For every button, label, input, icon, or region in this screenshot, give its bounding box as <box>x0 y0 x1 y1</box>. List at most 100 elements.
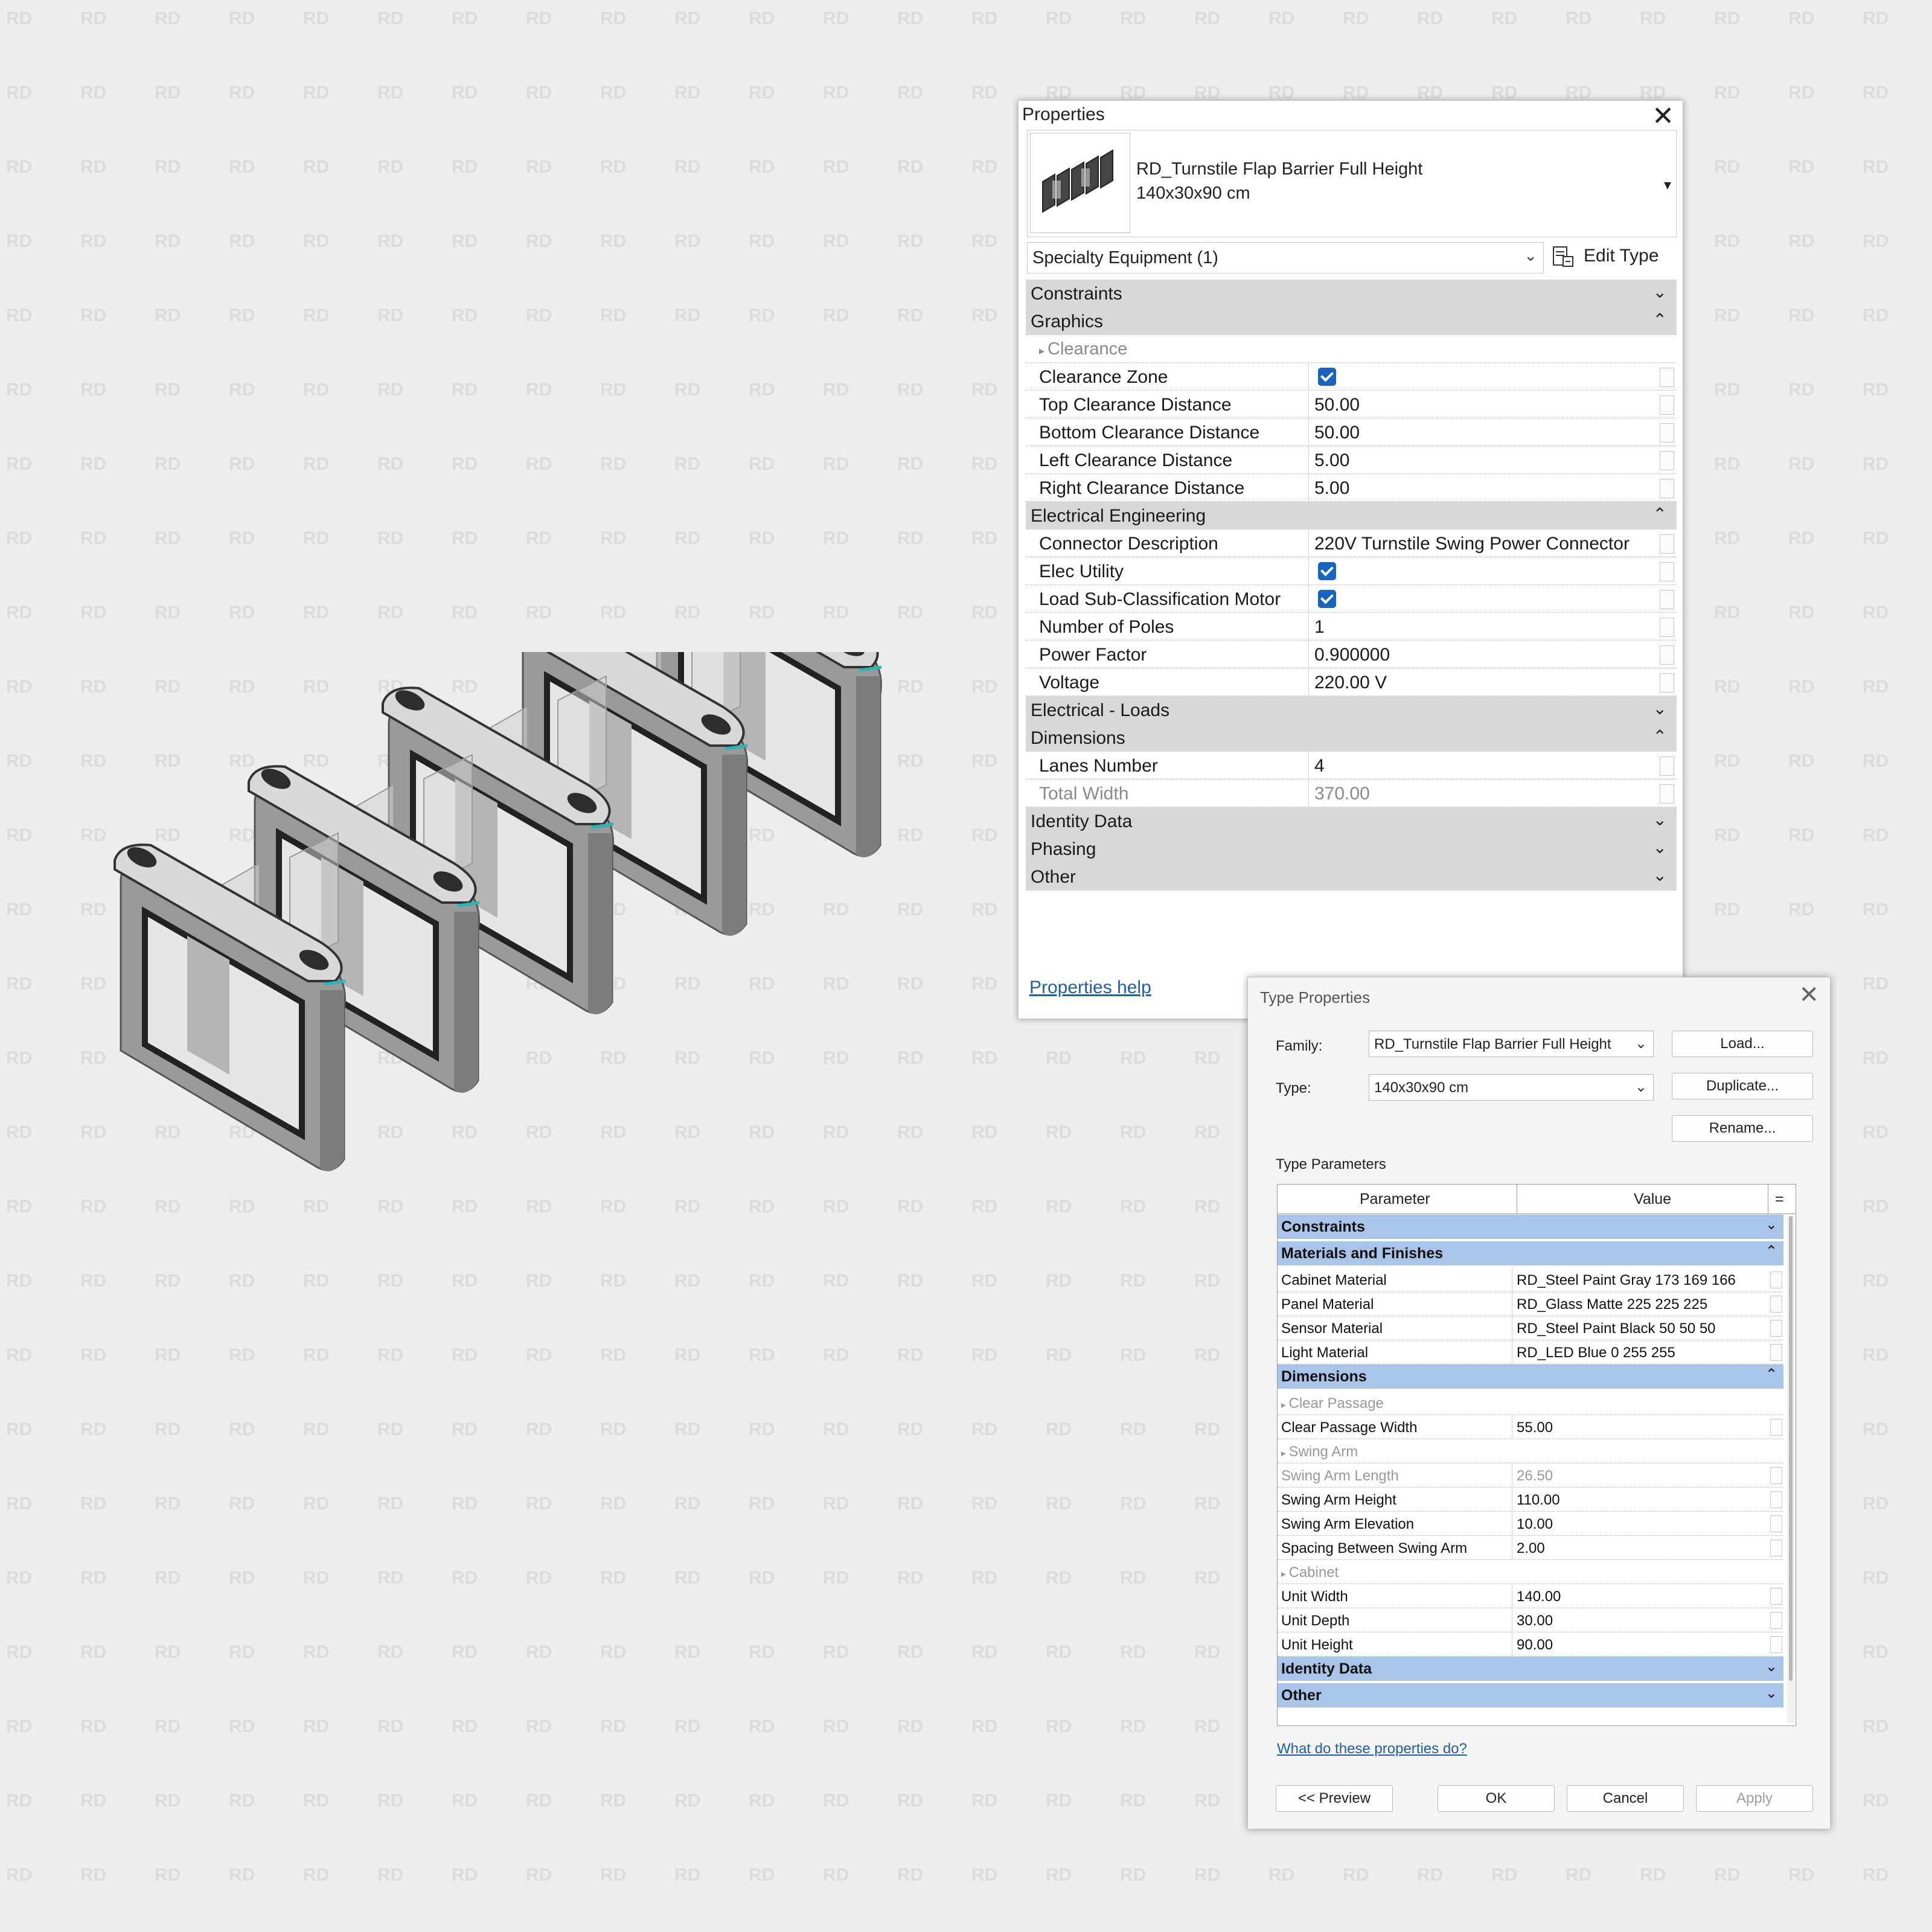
parameter-value[interactable]: 2.00 <box>1517 1540 1545 1557</box>
property-row-bottom-clearance-distance[interactable]: Bottom Clearance Distance 50.00 <box>1026 418 1677 446</box>
edit-type-button[interactable]: Edit Type <box>1550 240 1668 273</box>
parameter-value[interactable]: RD_Steel Paint Black 50 50 50 <box>1517 1320 1716 1337</box>
associate-parameter-button[interactable] <box>1770 1491 1782 1508</box>
parameter-row-spacing-between-swing-arm[interactable]: Spacing Between Swing Arm 2.00 <box>1278 1536 1783 1560</box>
associate-parameter-button[interactable] <box>1660 618 1674 637</box>
property-row-load-sub-classification-motor[interactable]: Load Sub-Classification Motor <box>1026 585 1677 613</box>
group-header-identity-data[interactable]: Identity Data ⌄ <box>1026 807 1677 835</box>
checkbox-checked[interactable] <box>1318 562 1336 580</box>
close-icon[interactable]: ✕ <box>1799 981 1819 1009</box>
collapse-icon[interactable]: ⌃ <box>1765 1243 1777 1260</box>
group-header-other[interactable]: Other ⌄ <box>1278 1683 1783 1710</box>
load-button[interactable]: Load... <box>1672 1031 1813 1057</box>
instance-filter-dropdown[interactable]: Specialty Equipment (1) ⌄ <box>1027 242 1544 273</box>
property-row-power-factor[interactable]: Power Factor 0.900000 <box>1026 641 1677 668</box>
property-row-lanes-number[interactable]: Lanes Number 4 <box>1026 752 1677 779</box>
parameter-row-sensor-material[interactable]: Sensor Material RD_Steel Paint Black 50 5… <box>1278 1316 1783 1340</box>
property-row-connector-description[interactable]: Connector Description 220V Turnstile Swin… <box>1026 529 1677 557</box>
parameter-row-unit-height[interactable]: Unit Height 90.00 <box>1278 1633 1783 1657</box>
expand-icon[interactable]: ⌄ <box>1765 1684 1777 1702</box>
expand-triangle-icon[interactable]: ▸ <box>1281 1400 1288 1410</box>
properties-help-link[interactable]: Properties help <box>1029 977 1151 998</box>
associate-parameter-button[interactable] <box>1660 645 1674 665</box>
associate-parameter-button[interactable] <box>1660 451 1674 470</box>
group-header-phasing[interactable]: Phasing ⌄ <box>1026 835 1677 863</box>
rename-button[interactable]: Rename... <box>1672 1115 1813 1142</box>
associate-parameter-button[interactable] <box>1660 590 1674 609</box>
property-value[interactable]: 5.00 <box>1314 478 1349 499</box>
associate-parameter-button[interactable] <box>1770 1636 1782 1653</box>
group-header-electrical-engineering[interactable]: Electrical Engineering ⌃ <box>1026 502 1677 529</box>
associate-parameter-button[interactable] <box>1770 1540 1782 1556</box>
collapse-icon[interactable]: ⌃ <box>1653 310 1667 330</box>
group-header-graphics[interactable]: Graphics ⌃ <box>1026 307 1677 335</box>
associate-parameter-button[interactable] <box>1770 1588 1782 1605</box>
parameter-row-unit-depth[interactable]: Unit Depth 30.00 <box>1278 1608 1783 1633</box>
property-value[interactable]: 220V Turnstile Swing Power Connector <box>1314 534 1630 554</box>
associate-parameter-button[interactable] <box>1660 423 1674 443</box>
group-header-constraints[interactable]: Constraints ⌄ <box>1026 280 1677 307</box>
apply-button[interactable]: Apply <box>1696 1785 1813 1812</box>
group-header-dimensions[interactable]: Dimensions ⌃ <box>1278 1364 1783 1391</box>
vertical-scrollbar[interactable] <box>1787 1216 1794 1723</box>
type-dropdown[interactable]: 140x30x90 cm ⌄ <box>1369 1074 1654 1101</box>
cancel-button[interactable]: Cancel <box>1567 1785 1684 1812</box>
expand-icon[interactable]: ⌄ <box>1653 699 1667 718</box>
parameter-value[interactable]: RD_Glass Matte 225 225 225 <box>1517 1296 1707 1313</box>
group-header-constraints[interactable]: Constraints ⌄ <box>1278 1215 1783 1241</box>
property-value[interactable]: 4 <box>1314 756 1325 776</box>
property-value[interactable]: 220.00 V <box>1314 673 1387 693</box>
parameter-row-clear-passage-width[interactable]: Clear Passage Width 55.00 <box>1278 1415 1783 1439</box>
expand-icon[interactable]: ⌄ <box>1765 1216 1777 1233</box>
associate-parameter-button[interactable] <box>1770 1320 1782 1337</box>
parameter-row-swing-arm-length[interactable]: Swing Arm Length 26.50 <box>1278 1463 1783 1488</box>
associate-parameter-button[interactable] <box>1660 368 1674 387</box>
parameter-row-swing-arm-height[interactable]: Swing Arm Height 110.00 <box>1278 1488 1783 1512</box>
parameter-value[interactable]: 140.00 <box>1517 1588 1561 1605</box>
property-value[interactable]: 1 <box>1314 617 1325 638</box>
column-header-parameter[interactable]: Parameter <box>1360 1191 1430 1208</box>
associate-parameter-button[interactable] <box>1660 562 1674 581</box>
associate-parameter-button[interactable] <box>1660 756 1674 776</box>
property-value[interactable]: 50.00 <box>1314 423 1360 443</box>
parameter-value[interactable]: 10.00 <box>1517 1516 1553 1533</box>
parameter-row-cabinet[interactable]: ▸ Cabinet <box>1278 1560 1783 1584</box>
parameter-row-cabinet-material[interactable]: Cabinet Material RD_Steel Paint Gray 173 … <box>1278 1268 1783 1292</box>
associate-parameter-button[interactable] <box>1660 784 1674 804</box>
expand-icon[interactable]: ⌄ <box>1653 810 1667 830</box>
expand-icon[interactable]: ⌄ <box>1653 865 1667 885</box>
property-value[interactable]: 0.900000 <box>1314 645 1390 665</box>
parameter-value[interactable]: 30.00 <box>1517 1613 1553 1630</box>
group-header-electrical-loads[interactable]: Electrical - Loads ⌄ <box>1026 696 1677 724</box>
associate-parameter-button[interactable] <box>1660 534 1674 554</box>
parameter-row-clear-passage[interactable]: ▸ Clear Passage <box>1278 1391 1783 1415</box>
checkbox-checked[interactable] <box>1318 590 1336 608</box>
parameter-value[interactable]: 110.00 <box>1517 1492 1560 1509</box>
dropdown-arrow-icon[interactable]: ▾ <box>1664 176 1671 194</box>
parameter-row-swing-arm-elevation[interactable]: Swing Arm Elevation 10.00 <box>1278 1512 1783 1536</box>
property-row-top-clearance-distance[interactable]: Top Clearance Distance 50.00 <box>1026 391 1677 418</box>
associate-parameter-button[interactable] <box>1770 1296 1782 1313</box>
expand-icon[interactable]: ⌄ <box>1765 1658 1777 1675</box>
collapse-icon[interactable]: ⌃ <box>1765 1366 1777 1383</box>
associate-parameter-button[interactable] <box>1660 673 1674 693</box>
associate-parameter-button[interactable] <box>1770 1271 1782 1288</box>
property-row-number-of-poles[interactable]: Number of Poles 1 <box>1026 613 1677 641</box>
expand-icon[interactable]: ⌄ <box>1653 837 1667 857</box>
group-header-materials-and-finishes[interactable]: Materials and Finishes ⌃ <box>1278 1241 1783 1268</box>
property-row-total-width[interactable]: Total Width 370.00 <box>1026 779 1677 807</box>
property-row-elec-utility[interactable]: Elec Utility <box>1026 557 1677 585</box>
property-value[interactable]: 5.00 <box>1314 450 1349 471</box>
associate-parameter-button[interactable] <box>1660 479 1674 498</box>
parameter-value[interactable]: 55.00 <box>1517 1419 1553 1436</box>
checkbox-checked[interactable] <box>1318 368 1336 386</box>
property-row-clearance[interactable]: ▸ Clearance <box>1026 335 1677 363</box>
duplicate-button[interactable]: Duplicate... <box>1672 1073 1813 1099</box>
family-dropdown[interactable]: RD_Turnstile Flap Barrier Full Height ⌄ <box>1369 1031 1654 1057</box>
property-row-left-clearance-distance[interactable]: Left Clearance Distance 5.00 <box>1026 446 1677 474</box>
group-header-identity-data[interactable]: Identity Data ⌄ <box>1278 1657 1783 1683</box>
type-selector[interactable]: RD_Turnstile Flap Barrier Full Height 14… <box>1027 130 1677 237</box>
close-icon[interactable]: ✕ <box>1652 101 1674 132</box>
property-row-right-clearance-distance[interactable]: Right Clearance Distance 5.00 <box>1026 474 1677 502</box>
associate-parameter-button[interactable] <box>1770 1467 1782 1484</box>
